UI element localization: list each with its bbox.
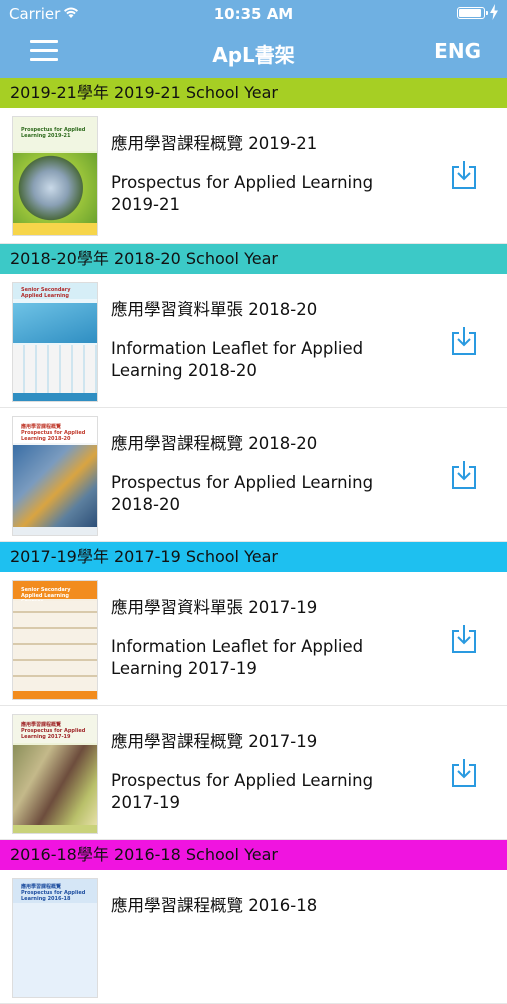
battery-fill xyxy=(459,9,481,17)
cover-title: 應用學習課程概覽 Prospectus for Applied Learning… xyxy=(21,424,86,442)
book-title-en: Prospectus for Applied Learning 2018-20 xyxy=(111,473,374,514)
battery-icon xyxy=(457,7,488,19)
page-title: ApL書架 xyxy=(212,43,295,67)
section-header-2019-21: 2019-21學年 2019-21 School Year xyxy=(0,78,507,108)
bookshelf-list[interactable]: 2019-21學年 2019-21 School Year Prospectus… xyxy=(0,78,507,1004)
book-title-en: Information Leaflet for Applied Learning… xyxy=(111,637,364,678)
book-title-en: Information Leaflet for Applied Learning… xyxy=(111,339,364,380)
book-title-zh: 應用學習課程概覽 2017-19 xyxy=(111,732,318,751)
book-title-zh: 應用學習課程概覽 2016-18 xyxy=(111,896,318,915)
download-icon[interactable] xyxy=(450,326,478,356)
section-header-2017-19: 2017-19學年 2017-19 School Year xyxy=(0,542,507,572)
book-cover: 應用學習課程概覽 Prospectus for Applied Learning… xyxy=(12,416,98,536)
book-title-en: Prospectus for Applied Learning 2019-21 xyxy=(111,173,374,214)
list-item[interactable]: Senior Secondary Applied Learning Course… xyxy=(0,572,507,706)
cover-title: 應用學習課程概覽 Prospectus for Applied Learning… xyxy=(21,722,86,740)
charging-bolt-icon xyxy=(490,4,498,20)
book-cover: Senior Secondary Applied Learning Course… xyxy=(12,580,98,700)
book-title-zh: 應用學習課程概覽 2018-20 xyxy=(111,434,318,453)
download-icon[interactable] xyxy=(450,460,478,490)
book-title-zh: 應用學習課程概覽 2019-21 xyxy=(111,134,318,153)
book-cover: Prospectus for Applied Learning 2019-21 xyxy=(12,116,98,236)
cover-title: 應用學習課程概覽 Prospectus for Applied Learning… xyxy=(21,884,86,902)
list-item[interactable]: 應用學習課程概覽 Prospectus for Applied Learning… xyxy=(0,706,507,840)
list-item[interactable]: Prospectus for Applied Learning 2019-21 … xyxy=(0,108,507,244)
book-cover: 應用學習課程概覽 Prospectus for Applied Learning… xyxy=(12,878,98,998)
download-icon[interactable] xyxy=(450,624,478,654)
book-title-zh: 應用學習資料單張 2017-19 xyxy=(111,598,318,617)
language-toggle-button[interactable]: ENG xyxy=(434,39,481,63)
download-icon[interactable] xyxy=(450,758,478,788)
cover-title: Senior Secondary Applied Learning xyxy=(21,287,71,299)
cover-title: Prospectus for Applied Learning 2019-21 xyxy=(21,127,86,139)
download-icon[interactable] xyxy=(450,160,478,190)
status-bar: Carrier 10:35 AM xyxy=(0,0,507,26)
list-item[interactable]: 應用學習課程概覽 Prospectus for Applied Learning… xyxy=(0,870,507,1004)
section-header-2018-20: 2018-20學年 2018-20 School Year xyxy=(0,244,507,274)
list-item[interactable]: 應用學習課程概覽 Prospectus for Applied Learning… xyxy=(0,408,507,542)
book-cover: 應用學習課程概覽 Prospectus for Applied Learning… xyxy=(12,714,98,834)
book-title-zh: 應用學習資料單張 2018-20 xyxy=(111,300,318,319)
list-item[interactable]: Senior Secondary Applied Learning 應用學習資料… xyxy=(0,274,507,408)
clock: 10:35 AM xyxy=(213,5,294,23)
book-cover: Senior Secondary Applied Learning xyxy=(12,282,98,402)
nav-bar: ApL書架 ENG xyxy=(0,26,507,78)
section-header-2016-18: 2016-18學年 2016-18 School Year xyxy=(0,840,507,870)
book-title-en: Prospectus for Applied Learning 2017-19 xyxy=(111,771,374,812)
